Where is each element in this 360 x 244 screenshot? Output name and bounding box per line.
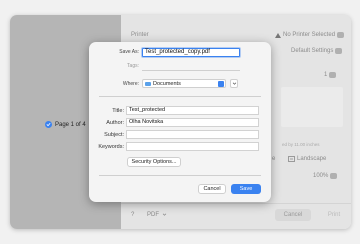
print-button[interactable]: Print [319,209,349,221]
presets-popup[interactable]: Default Settings [291,48,343,54]
expand-browser-button[interactable] [230,79,238,88]
orientation-prefix: e [272,156,276,162]
separator [99,96,261,97]
cancel-button[interactable]: Cancel [198,184,226,194]
paper-size-detail: ed by 11.00 inches [282,142,320,147]
page-indicator-label: Page 1 of 4 [55,121,86,128]
presets-value: Default Settings [291,48,334,54]
copies-value: 1 [324,72,328,78]
pdf-menu-button[interactable]: PDF [147,212,167,218]
settings-scrollbar[interactable] [345,17,349,201]
printer-label: Printer [131,32,149,38]
help-button[interactable]: ? [131,212,134,218]
stepper-icon [329,72,337,78]
print-bottom-bar: ? PDF Cancel Print [121,203,351,229]
where-value: Documents [153,80,181,87]
author-label: Author: [106,120,124,126]
print-cancel-button[interactable]: Cancel [275,209,311,221]
where-popup[interactable]: Documents [142,79,226,88]
chevron-updown-icon [337,32,345,38]
checkmark-icon [45,121,52,128]
save-as-field[interactable]: Test_protected_copy.pdf [142,48,240,57]
stepper-icon [330,173,338,179]
title-field[interactable]: Test_protected [126,106,259,115]
chevron-down-icon [162,213,167,216]
pdf-menu-label: PDF [147,212,159,218]
printer-value: No Printer Selected [283,32,336,38]
save-as-label: Save As: [119,49,139,55]
chevron-updown-icon [335,48,343,54]
save-pdf-sheet: Save As: Test_protected_copy.pdf Tags: W… [89,42,271,202]
copies-stepper[interactable]: 1 [324,72,337,78]
author-field[interactable]: Olha Novitska [126,118,259,127]
tags-field[interactable] [142,70,240,71]
save-button[interactable]: Save [231,184,261,194]
warning-icon [275,32,281,38]
scale-stepper[interactable]: 100% [313,173,338,179]
title-label: Title: [112,108,124,114]
subject-label: Subject: [104,132,124,138]
subject-field[interactable] [126,130,259,139]
printer-popup[interactable]: No Printer Selected [275,32,345,38]
keywords-field[interactable] [126,142,259,151]
tags-label: Tags: [127,63,139,69]
security-options-button[interactable]: Security Options... [127,157,181,167]
where-label: Where: [122,81,139,87]
scale-value: 100% [313,173,329,179]
keywords-label: Keywords: [98,144,124,150]
folder-icon [145,81,151,86]
orientation-landscape[interactable]: Landscape [288,156,326,162]
landscape-icon [288,156,295,162]
separator [99,175,261,176]
orientation-portrait-partial[interactable]: e [272,156,275,162]
range-controls-faded [281,87,343,127]
chevron-down-icon [232,82,236,85]
page-indicator[interactable]: Page 1 of 4 [45,121,86,128]
orientation-value: Landscape [297,156,327,162]
chevron-updown-icon [218,81,224,87]
